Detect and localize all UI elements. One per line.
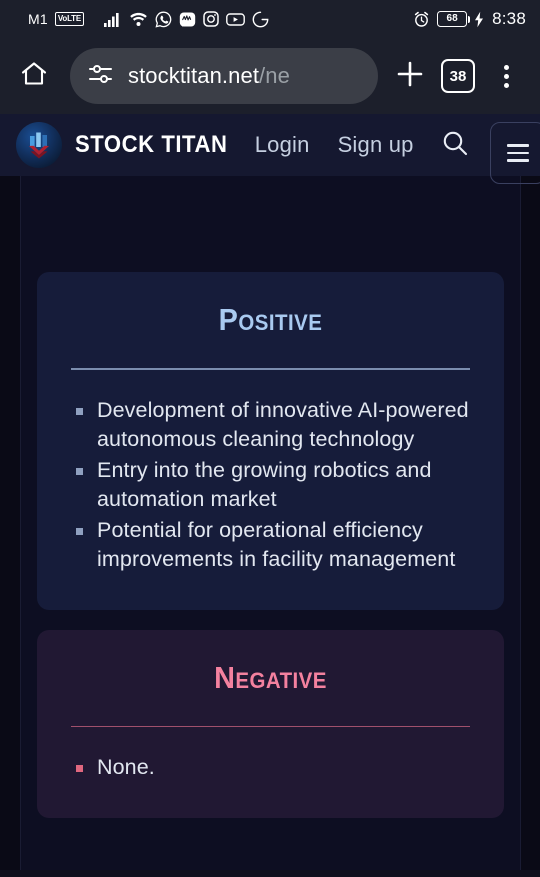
browser-menu-button[interactable] (484, 54, 528, 98)
page-body: Positive Development of innovative AI-po… (0, 176, 540, 870)
messaging-icon (179, 11, 196, 28)
negative-card-title: Negative (214, 659, 327, 695)
hamburger-menu-icon (506, 144, 529, 162)
url-domain: stocktitan.net (128, 63, 260, 88)
volte-badge: VoLTE (54, 12, 85, 26)
signup-link[interactable]: Sign up (324, 132, 428, 158)
list-item: None. (71, 753, 470, 782)
youtube-icon (226, 12, 245, 27)
negative-card: Negative None. (37, 629, 504, 818)
tab-switcher-button[interactable]: 38 (436, 54, 480, 98)
whatsapp-icon (155, 11, 172, 28)
hamburger-menu-button[interactable] (489, 122, 540, 184)
search-icon (440, 128, 470, 163)
alarm-clock-icon (413, 11, 430, 28)
new-tab-button[interactable] (388, 54, 432, 98)
content-column: Positive Development of innovative AI-po… (20, 176, 521, 870)
site-header: STOCK TITAN Login Sign up (0, 114, 540, 184)
status-bar-left: M1 VoLTE (28, 11, 413, 28)
phone-screen: M1 VoLTE 68 8:38 stocktitan.net/ne 38 ST… (0, 0, 540, 877)
url-bar[interactable]: stocktitan.net/ne (70, 48, 378, 104)
positive-card-divider (71, 368, 470, 370)
list-item: Potential for operational efficiency imp… (71, 516, 470, 574)
signal-bars-icon (104, 11, 122, 27)
search-button[interactable] (428, 114, 482, 176)
status-clock: 8:38 (492, 9, 526, 28)
grammarly-icon (252, 11, 269, 28)
list-item: Development of innovative AI-powered aut… (71, 396, 470, 454)
list-item: Entry into the growing robotics and auto… (71, 456, 470, 514)
battery-level: 68 (446, 13, 458, 24)
positive-bullet-list: Development of innovative AI-powered aut… (71, 396, 470, 574)
wifi-icon (129, 11, 148, 27)
battery-indicator: 68 (437, 11, 471, 27)
tune-sliders-icon[interactable] (88, 63, 114, 90)
status-bar: M1 VoLTE 68 8:38 (0, 0, 540, 38)
positive-card-title: Positive (218, 302, 323, 337)
negative-card-divider (71, 725, 470, 727)
url-path: /ne (259, 63, 290, 88)
negative-bullet-list: None. (71, 753, 470, 782)
stock-titan-logo-icon (16, 122, 62, 168)
status-bar-right: 68 8:38 (413, 9, 526, 29)
header-nav: Login Sign up (241, 114, 540, 184)
browser-toolbar: stocktitan.net/ne 38 (0, 38, 540, 114)
tab-count: 38 (441, 59, 475, 93)
home-button[interactable] (12, 54, 56, 98)
instagram-icon (203, 11, 219, 27)
url-text: stocktitan.net/ne (128, 63, 290, 89)
brand-name: STOCK TITAN (75, 131, 228, 158)
plus-icon (395, 59, 425, 94)
positive-card: Positive Development of innovative AI-po… (37, 272, 504, 610)
home-icon (19, 59, 49, 94)
three-dot-menu-icon (503, 64, 509, 88)
carrier-label: M1 (28, 11, 48, 27)
login-link[interactable]: Login (241, 132, 324, 158)
site-logo-link[interactable]: STOCK TITAN (16, 122, 241, 168)
charging-bolt-icon (474, 11, 484, 28)
